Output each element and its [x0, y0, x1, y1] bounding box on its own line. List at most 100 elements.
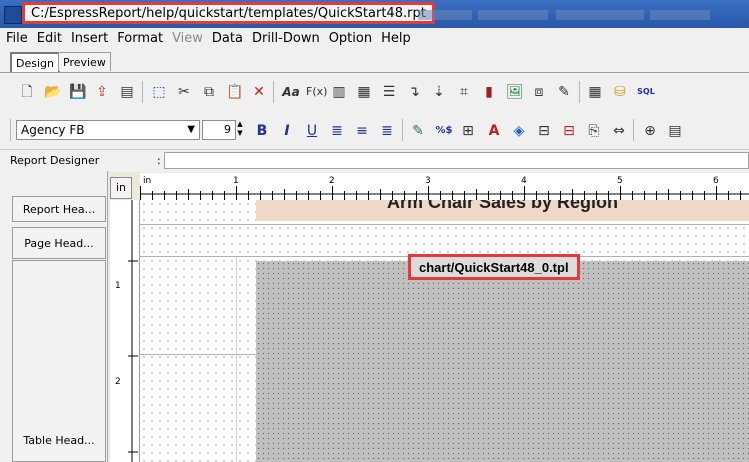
chart-icon[interactable]: ▮: [481, 84, 497, 100]
report-designer-label: Report Designer: [10, 154, 100, 167]
menu-format[interactable]: Format: [117, 31, 163, 46]
font-color-icon[interactable]: A: [486, 123, 502, 139]
design-canvas[interactable]: Arm Chair Sales by Region chart/QuickSta…: [140, 200, 749, 462]
page-setup-icon[interactable]: ▤: [119, 84, 135, 100]
table-icon[interactable]: ☰: [381, 84, 397, 100]
fit-width-icon[interactable]: ⇔: [611, 123, 627, 139]
ruler-label: 2: [115, 377, 121, 387]
menu-drill-down[interactable]: Drill-Down: [252, 31, 320, 46]
ruler-label: in: [143, 176, 152, 186]
grid-divider: [140, 354, 256, 355]
menu-help[interactable]: Help: [381, 31, 411, 46]
ruler-label: 5: [617, 176, 623, 186]
delete-icon[interactable]: ✕: [251, 84, 267, 100]
window-title: C:/EspressReport/help/quickstart/templat…: [22, 2, 435, 24]
grid-icon[interactable]: ▦: [587, 84, 603, 100]
blurred-title-segment: [418, 10, 472, 20]
bold-icon[interactable]: B: [254, 123, 270, 139]
ruler-unit-button[interactable]: in: [110, 177, 132, 199]
align-left-icon[interactable]: ≣: [329, 123, 345, 139]
chevron-down-icon: ▼: [187, 124, 195, 135]
section-panel: Report Hea... Page Head... Table Head...: [0, 171, 108, 462]
font-size-field[interactable]: 9: [202, 120, 236, 140]
select-icon[interactable]: ⬚: [151, 84, 167, 100]
toolbar-separator: [633, 119, 634, 141]
tab-preview[interactable]: Preview: [58, 52, 111, 71]
main-toolbar: 🗋 📂 💾 ⇪ ▤ ⬚ ✂ ⧉ 📋 ✕ Aa F(x) ▥ ▦ ☰ ↴ ⇣ ⌗ …: [0, 73, 749, 113]
menu-file[interactable]: File: [6, 31, 28, 46]
report-icon[interactable]: ▦: [356, 84, 372, 100]
paste-icon[interactable]: 📋: [226, 84, 243, 100]
select-region-icon[interactable]: ⌗: [456, 84, 472, 100]
tab-design[interactable]: Design: [10, 52, 60, 72]
grid-divider: [236, 257, 237, 462]
font-size-spinner[interactable]: ▲ ▼: [235, 120, 245, 140]
align-center-icon[interactable]: ≡: [354, 123, 370, 139]
sql-icon[interactable]: SQL: [637, 84, 655, 100]
menu-insert[interactable]: Insert: [71, 31, 108, 46]
report-title-text: Arm Chair Sales by Region: [386, 200, 619, 212]
report-title-field[interactable]: Arm Chair Sales by Region: [256, 200, 749, 221]
text-icon[interactable]: Aa: [281, 84, 301, 100]
report-designer-field[interactable]: [164, 152, 749, 169]
ruler-label: 4: [521, 176, 527, 186]
arrow-icon[interactable]: ↴: [406, 84, 422, 100]
ruler-ticks: [140, 186, 749, 200]
column-icon[interactable]: ▥: [331, 84, 347, 100]
new-file-icon[interactable]: 🗋: [19, 84, 35, 100]
chart-placeholder[interactable]: [256, 261, 749, 462]
toolbar-separator: [142, 81, 143, 103]
page-break-icon[interactable]: ⎘: [586, 123, 602, 139]
italic-icon[interactable]: I: [279, 123, 295, 139]
pointer-icon[interactable]: ⇣: [431, 84, 447, 100]
pen-icon[interactable]: ✎: [410, 123, 426, 139]
save-icon[interactable]: 💾: [69, 84, 86, 100]
chart-template-label: chart/QuickStart48_0.tpl: [408, 254, 580, 280]
menu-option[interactable]: Option: [329, 31, 372, 46]
toolbar-separator: [10, 119, 11, 141]
blurred-title-segment: [556, 10, 644, 20]
toolbar-separator: [273, 81, 274, 103]
page-header-band[interactable]: [140, 224, 749, 257]
report-designer-bar: Report Designer :: [0, 149, 749, 172]
border-color-icon[interactable]: ⊟: [561, 123, 577, 139]
menu-bar: File Edit Insert Format View Data Drill-…: [0, 28, 749, 48]
toolbar-separator: [402, 119, 403, 141]
table-header-button[interactable]: Table Head...: [12, 260, 106, 462]
ruler-label: 1: [115, 281, 121, 291]
notes-icon[interactable]: ✎: [556, 84, 572, 100]
open-folder-icon[interactable]: 📂: [44, 84, 61, 100]
ruler-label: 3: [425, 176, 431, 186]
blurred-title-segment: [478, 10, 548, 20]
align-right-icon[interactable]: ≣: [379, 123, 395, 139]
horizontal-ruler: in 1 2 3 4 5 6: [140, 173, 749, 201]
copy-icon[interactable]: ⧉: [201, 84, 217, 100]
properties-icon[interactable]: ▤: [667, 123, 683, 139]
cut-icon[interactable]: ✂: [176, 84, 192, 100]
export-icon[interactable]: ⇪: [94, 84, 110, 100]
report-header-band[interactable]: Arm Chair Sales by Region: [140, 200, 749, 225]
menu-view[interactable]: View: [172, 31, 203, 46]
percent-dollar-icon[interactable]: %$: [434, 123, 454, 139]
resize-icon[interactable]: ⊕: [642, 123, 658, 139]
underline-icon[interactable]: U: [304, 123, 320, 139]
ruler-label: 6: [713, 176, 719, 186]
menu-data[interactable]: Data: [212, 31, 243, 46]
report-designer-colon: :: [157, 154, 161, 167]
view-tabs: Design Preview: [0, 48, 749, 73]
app-icon: [4, 6, 22, 24]
fill-color-icon[interactable]: ◈: [511, 123, 527, 139]
border-icon[interactable]: ⊟: [536, 123, 552, 139]
toolbar-separator: [579, 81, 580, 103]
report-header-button[interactable]: Report Hea...: [12, 196, 106, 222]
sub-report-icon[interactable]: ⧈: [531, 84, 547, 100]
image-icon[interactable]: 🖼: [506, 84, 524, 100]
font-name-select[interactable]: Agency FB ▼: [16, 120, 200, 140]
database-icon[interactable]: ⛁: [612, 84, 628, 100]
ruler-ticks: [128, 200, 138, 462]
formula-icon[interactable]: F(x): [306, 84, 327, 100]
title-bar: C:/EspressReport/help/quickstart/templat…: [0, 0, 749, 28]
menu-edit[interactable]: Edit: [37, 31, 62, 46]
page-header-button[interactable]: Page Head...: [12, 227, 106, 259]
number-format-icon[interactable]: ⊞: [460, 123, 476, 139]
